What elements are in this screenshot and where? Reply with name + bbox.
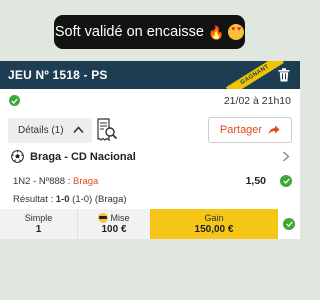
- heart-eyes-emoji-icon: [228, 24, 245, 40]
- ticket-datetime: 21/02 à 21h10: [223, 95, 291, 107]
- result-line: Résultat : 1-0 (1-0) (Braga): [13, 194, 127, 205]
- trash-icon: [278, 68, 290, 82]
- gain-check-cell: [278, 209, 300, 239]
- bet-summary: Simple 1 Mise 100 € Gain 150,00 €: [0, 209, 300, 239]
- market-label: 1N2 - Nº888 :: [13, 176, 71, 187]
- stake-cell: Mise 100 €: [78, 209, 150, 239]
- background-area: [0, 239, 300, 300]
- caption-text: Soft validé on encaisse: [54, 24, 204, 40]
- delete-button[interactable]: [268, 61, 300, 89]
- stake-label: Mise: [110, 213, 130, 223]
- result-score: 1-0: [55, 194, 70, 205]
- share-arrow-icon: [268, 125, 280, 135]
- match-title[interactable]: Braga - CD Nacional: [30, 151, 136, 163]
- soccer-ball-icon: [11, 150, 24, 163]
- odds-value: 1,50: [245, 175, 266, 187]
- bet-type-cell: Simple 1: [0, 209, 78, 239]
- chevron-up-icon: [73, 126, 84, 134]
- gain-label: Gain: [204, 213, 224, 223]
- receipt-search-button[interactable]: [96, 118, 118, 142]
- bet-type-value: 1: [35, 224, 42, 235]
- details-toggle-button[interactable]: Détails (1): [8, 118, 92, 143]
- bet-type-label: Simple: [24, 213, 53, 223]
- chevron-right-icon[interactable]: [282, 151, 290, 162]
- ticket-header: JEU Nº 1518 - PS GAGNANT: [0, 61, 300, 89]
- bet-ticket-screen: Soft validé on encaisse 🔥 JEU Nº 1518 - …: [0, 0, 300, 300]
- stake-label-wrap: Mise: [98, 212, 130, 224]
- result-label: Résultat :: [13, 194, 54, 205]
- fire-emoji-icon: 🔥: [207, 24, 225, 40]
- receipt-search-icon: [97, 118, 118, 142]
- details-label: Détails (1): [18, 125, 64, 136]
- pick-label: Braga: [72, 176, 99, 187]
- gain-check-icon: [283, 218, 295, 230]
- validated-check-icon: [9, 95, 20, 106]
- gain-value: 150,00 €: [194, 224, 234, 235]
- selection-won-check-icon: [280, 175, 292, 187]
- stake-value: 100 €: [101, 224, 127, 235]
- result-detail: (1-0) (Braga): [72, 194, 127, 205]
- ticket-title: JEU Nº 1518 - PS: [8, 68, 108, 82]
- share-label: Partager: [219, 124, 263, 136]
- share-button[interactable]: Partager: [208, 117, 292, 143]
- bet-selection: 1N2 - Nº888 : Braga: [13, 176, 98, 187]
- caption-bubble: Soft validé on encaisse 🔥: [54, 15, 245, 49]
- sunglasses-emoji-icon: [98, 213, 109, 223]
- gain-cell: Gain 150,00 €: [150, 209, 278, 239]
